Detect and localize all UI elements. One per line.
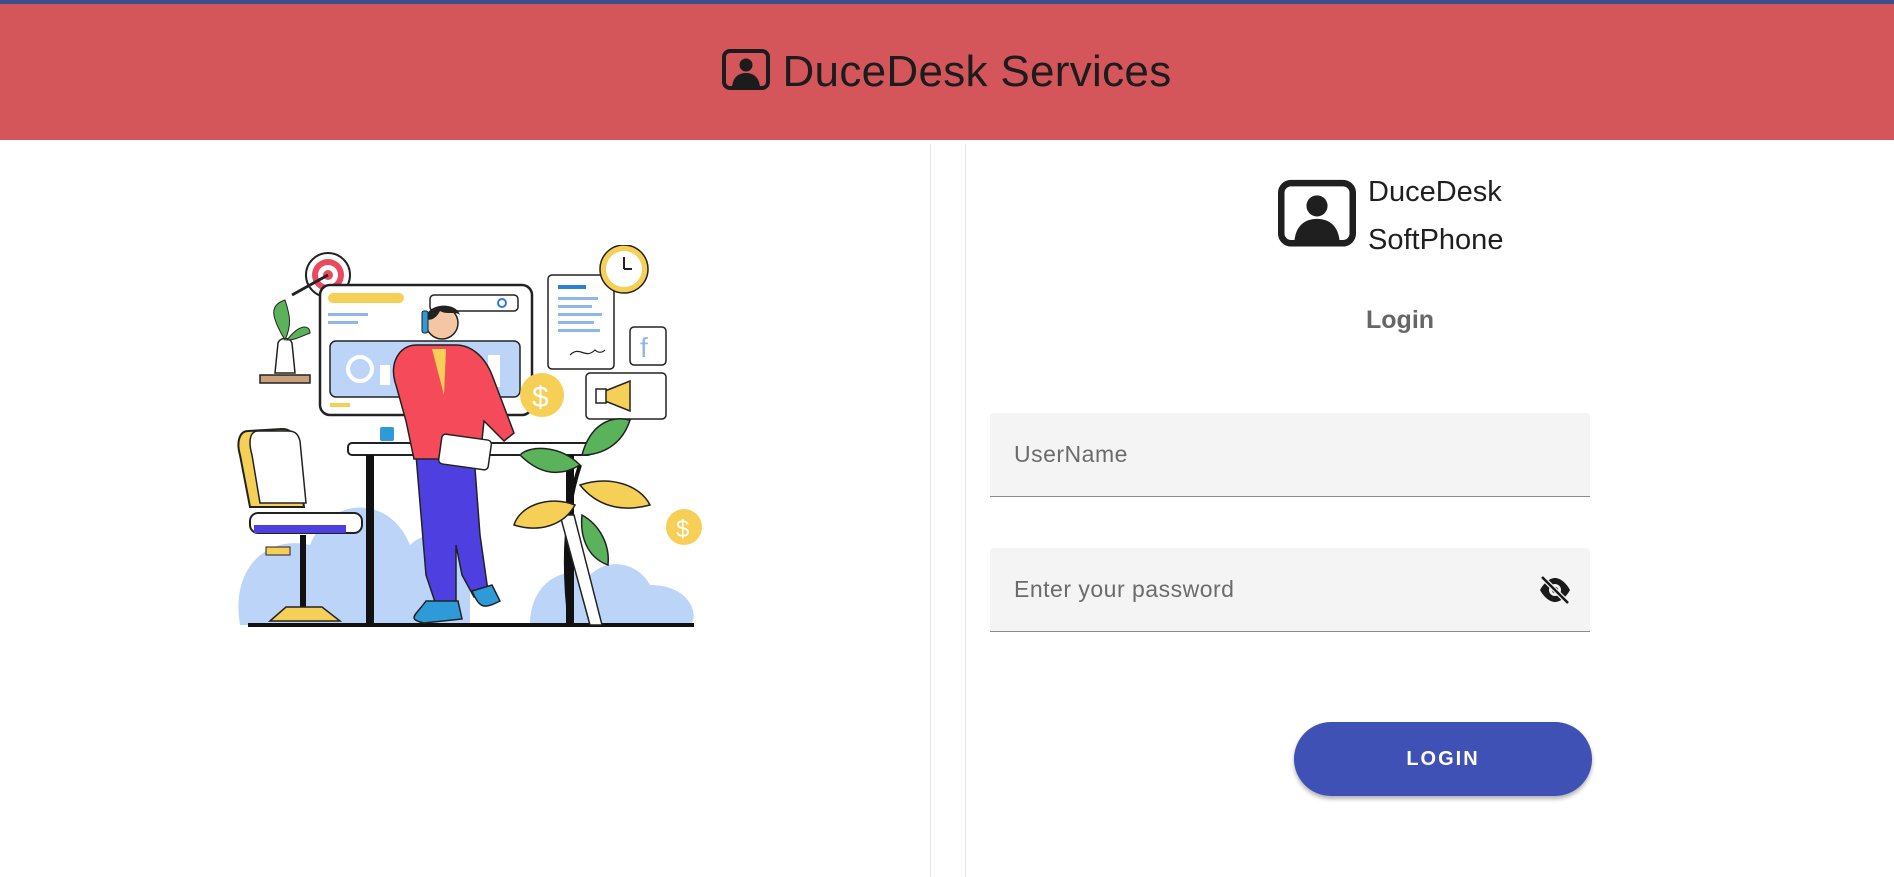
svg-text:f: f	[640, 332, 648, 363]
contact-icon	[1278, 177, 1356, 256]
illustration-pane: f $ $	[0, 140, 930, 877]
username-field	[990, 413, 1590, 497]
svg-text:$: $	[676, 516, 689, 543]
login-pane: DuceDesk SoftPhone Login LOGIN	[966, 140, 1894, 877]
password-input[interactable]	[990, 548, 1590, 631]
contact-icon	[722, 48, 771, 97]
office-worker-illustration: f $ $	[237, 245, 702, 627]
brand-name: DuceDesk SoftPhone	[1368, 168, 1503, 264]
brand-block: DuceDesk SoftPhone	[1278, 168, 1503, 264]
svg-text:$: $	[532, 381, 549, 414]
main-content: f $ $ DuceDesk SoftPhone Login UserName …	[0, 140, 1894, 877]
password-field	[990, 548, 1590, 632]
login-heading: Login	[1366, 306, 1435, 334]
pane-divider-left	[930, 144, 931, 877]
page-title: DuceDesk Services	[782, 47, 1172, 96]
eye-off-icon[interactable]	[1538, 574, 1572, 606]
header-title-group: DuceDesk Services	[722, 47, 1171, 97]
brand-line-1: DuceDesk	[1368, 176, 1502, 208]
brand-line-2: SoftPhone	[1368, 224, 1504, 256]
login-button[interactable]: LOGIN	[1294, 722, 1592, 796]
username-input[interactable]	[990, 413, 1590, 496]
app-header: DuceDesk Services	[0, 4, 1894, 140]
